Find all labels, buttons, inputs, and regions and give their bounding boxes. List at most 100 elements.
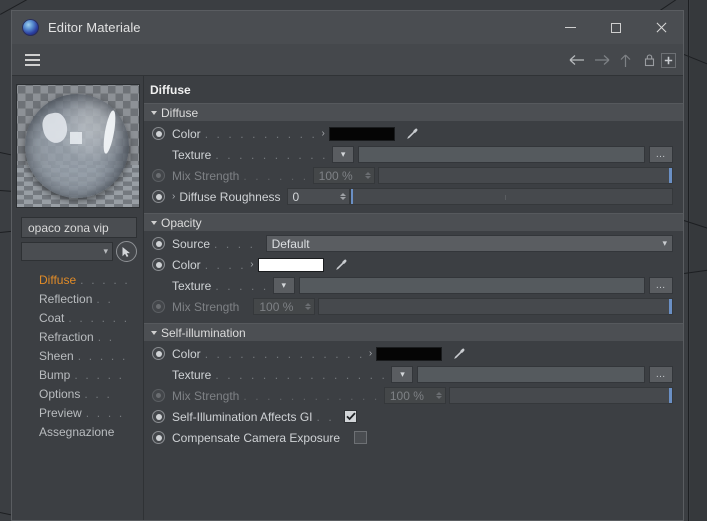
texture-path-input[interactable] <box>417 366 645 383</box>
window-titlebar[interactable]: Editor Materiale <box>12 11 683 45</box>
stepper-icon[interactable] <box>364 172 371 179</box>
numeric-value: 100 % <box>318 168 353 183</box>
channel-item-refraction[interactable]: Refraction . . <box>12 327 143 346</box>
channel-item-bump[interactable]: Bump . . . . . <box>12 365 143 384</box>
channel-item-options[interactable]: Options . . . <box>12 384 143 403</box>
minimize-icon <box>565 27 576 28</box>
group-header-label: Opacity <box>161 215 202 230</box>
expand-arrow-icon[interactable]: › <box>369 348 372 359</box>
chevron-down-icon <box>151 220 157 225</box>
group-header-diffuse[interactable]: Diffuse <box>144 103 683 121</box>
texture-type-dropdown[interactable]: ▾ <box>272 277 295 294</box>
animate-toggle-icon[interactable] <box>152 258 165 271</box>
mix-strength-value[interactable]: 100 % <box>383 387 446 404</box>
channel-item-reflection[interactable]: Reflection . . <box>12 289 143 308</box>
eyedropper-icon[interactable] <box>402 126 422 142</box>
cursor-arrow-icon[interactable] <box>116 241 137 262</box>
material-preview-sphere[interactable] <box>15 84 140 208</box>
label-dots: . . . . . . . . . . <box>204 126 318 141</box>
color-swatch-diffuse[interactable] <box>328 126 395 141</box>
color-swatch-opacity[interactable] <box>257 257 324 272</box>
texture-path-input[interactable] <box>298 277 645 294</box>
channel-item-assegnazione[interactable]: Assegnazione <box>12 422 143 441</box>
mix-strength-slider[interactable] <box>318 298 673 315</box>
maximize-button[interactable] <box>593 11 638 44</box>
label-dots: . . . . . . <box>243 168 309 183</box>
roughness-slider[interactable] <box>349 188 673 205</box>
roughness-value[interactable]: 0 <box>286 188 350 205</box>
stepper-icon[interactable] <box>305 303 312 310</box>
channel-item-diffuse[interactable]: Diffuse . . . . . <box>12 270 143 289</box>
row-diffuse-color: Color . . . . . . . . . . › <box>144 123 683 144</box>
animate-toggle-icon[interactable] <box>152 300 165 313</box>
browse-button[interactable]: … <box>649 277 673 294</box>
row-diffuse-roughness: › Diffuse Roughness 0 <box>144 186 683 207</box>
expand-arrow-icon[interactable]: › <box>172 191 175 202</box>
expand-arrow-icon[interactable]: › <box>250 259 253 270</box>
chevron-down-icon: ▾ <box>281 280 287 290</box>
opacity-source-dropdown[interactable]: Default ▾ <box>265 235 673 252</box>
plus-square-icon[interactable] <box>661 52 676 68</box>
minimize-button[interactable] <box>548 11 593 44</box>
mix-strength-slider[interactable] <box>377 167 673 184</box>
animate-toggle-icon[interactable] <box>152 389 165 402</box>
row-opacity-texture: Texture . . . . . ▾ … <box>144 275 683 296</box>
editor-toolbar <box>12 45 683 76</box>
animate-toggle-icon[interactable] <box>152 237 165 250</box>
row-selfillum-color: Color . . . . . . . . . . . . . . › <box>144 343 683 364</box>
channel-item-sheen[interactable]: Sheen . . . . . <box>12 346 143 365</box>
mix-strength-slider[interactable] <box>448 387 673 404</box>
row-opacity-mix-strength: Mix Strength 100 % <box>144 296 683 317</box>
material-editor-window: Editor Materiale opaco zona vip ▾ Diffus… <box>11 10 684 521</box>
field-label: Texture <box>172 367 212 382</box>
group-header-opacity[interactable]: Opacity <box>144 213 683 231</box>
group-header-label: Self-illumination <box>161 325 246 340</box>
group-body-opacity: Source . . . . Default ▾ Color . . . . › <box>144 231 683 320</box>
expand-arrow-icon[interactable]: › <box>321 128 324 139</box>
group-header-self-illumination[interactable]: Self-illumination <box>144 323 683 341</box>
color-swatch-self-illumination[interactable] <box>376 346 443 361</box>
animate-toggle-icon[interactable] <box>152 127 165 140</box>
lock-icon[interactable] <box>637 48 661 72</box>
stepper-icon[interactable] <box>435 392 442 399</box>
animate-toggle-icon[interactable] <box>152 431 165 444</box>
channel-dots: . . . . . <box>77 348 128 363</box>
label-dots: . . <box>316 409 335 424</box>
chevron-down-icon: ▾ <box>400 369 405 379</box>
field-label: Color <box>172 257 201 272</box>
field-label: Mix Strength <box>172 299 240 314</box>
texture-type-dropdown[interactable]: ▾ <box>332 146 355 163</box>
hamburger-menu-icon[interactable] <box>18 45 46 75</box>
layer-select-dropdown[interactable]: ▾ <box>21 242 113 261</box>
group-body-self-illumination: Color . . . . . . . . . . . . . . › Text… <box>144 341 683 451</box>
arrow-left-icon[interactable] <box>565 48 589 72</box>
field-label: Compensate Camera Exposure <box>172 430 341 445</box>
close-button[interactable] <box>638 11 683 44</box>
animate-toggle-icon[interactable] <box>152 190 165 203</box>
animate-toggle-icon[interactable] <box>152 410 165 423</box>
checkbox-affects-gi[interactable] <box>344 410 358 423</box>
animate-toggle-icon[interactable] <box>152 169 165 182</box>
row-diffuse-texture: Texture . . . . . . . . . . ▾ … <box>144 144 683 165</box>
arrow-right-icon[interactable] <box>589 48 613 72</box>
texture-path-input[interactable] <box>358 146 645 163</box>
material-name-input[interactable]: opaco zona vip <box>21 217 137 238</box>
arrow-up-icon[interactable] <box>613 48 637 72</box>
backdrop-plane-right <box>690 0 707 521</box>
channel-item-preview[interactable]: Preview . . . . <box>12 403 143 422</box>
browse-button[interactable]: … <box>649 366 673 383</box>
texture-type-dropdown[interactable]: ▾ <box>391 366 414 383</box>
mix-strength-value[interactable]: 100 % <box>253 298 316 315</box>
animate-toggle-icon[interactable] <box>152 347 165 360</box>
field-label: Texture <box>172 147 212 162</box>
stepper-icon[interactable] <box>339 193 346 200</box>
channel-item-coat[interactable]: Coat . . . . . . <box>12 308 143 327</box>
eyedropper-icon[interactable] <box>331 257 351 273</box>
field-label: Mix Strength <box>172 388 240 403</box>
slider-marker <box>669 168 672 183</box>
window-title: Editor Materiale <box>48 20 141 35</box>
eyedropper-icon[interactable] <box>449 346 469 362</box>
checkbox-compensate-exposure[interactable] <box>354 431 368 444</box>
mix-strength-value[interactable]: 100 % <box>312 167 375 184</box>
browse-button[interactable]: … <box>649 146 673 163</box>
